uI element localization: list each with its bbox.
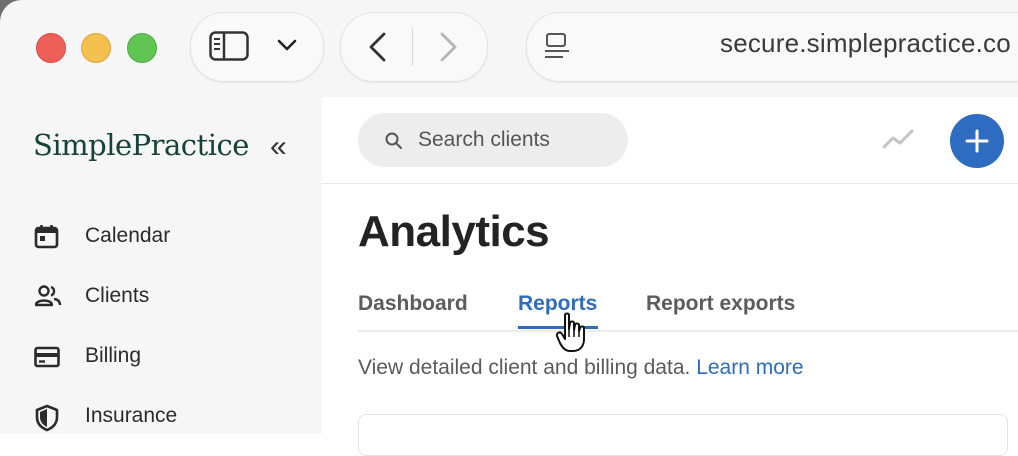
sidebar-item-billing[interactable]: Billing bbox=[34, 342, 294, 372]
minimize-window-button[interactable] bbox=[81, 33, 111, 63]
sidebar-item-clients[interactable]: Clients bbox=[34, 282, 294, 312]
search-icon bbox=[385, 132, 402, 149]
sidebar-item-calendar[interactable]: Calendar bbox=[34, 222, 294, 252]
collapse-sidebar-icon[interactable]: « bbox=[270, 132, 287, 162]
page-description: View detailed client and billing data. L… bbox=[358, 356, 804, 380]
tab-dashboard[interactable]: Dashboard bbox=[358, 292, 468, 316]
forward-arrow-icon[interactable] bbox=[438, 31, 460, 63]
sidebar-item-insurance[interactable]: Insurance bbox=[34, 402, 294, 432]
reports-card bbox=[358, 414, 1008, 456]
navigation-group bbox=[340, 12, 488, 82]
shield-icon bbox=[35, 404, 59, 432]
users-icon bbox=[34, 285, 62, 307]
url-text[interactable]: secure.simplepractice.co bbox=[720, 28, 1011, 59]
add-button[interactable] bbox=[950, 114, 1004, 168]
sidebar-item-label: Clients bbox=[85, 284, 150, 307]
trend-line-icon[interactable] bbox=[882, 128, 914, 150]
sidebar-item-label: Insurance bbox=[85, 404, 178, 427]
page-title: Analytics bbox=[358, 207, 550, 256]
zoom-window-button[interactable] bbox=[127, 33, 157, 63]
credit-card-icon bbox=[34, 346, 60, 368]
nav-divider bbox=[412, 28, 413, 66]
chevron-down-icon[interactable] bbox=[277, 38, 297, 52]
simplepractice-logo[interactable]: SimplePractice bbox=[33, 128, 249, 162]
plus-icon bbox=[965, 129, 989, 153]
search-clients-input[interactable]: Search clients bbox=[358, 113, 628, 167]
tabs-divider bbox=[358, 330, 1018, 332]
description-text: View detailed client and billing data. bbox=[358, 356, 691, 379]
back-arrow-icon[interactable] bbox=[366, 31, 388, 63]
search-placeholder: Search clients bbox=[418, 128, 550, 151]
sidebar-item-label: Calendar bbox=[85, 224, 171, 247]
sidebar-item-label: Billing bbox=[85, 344, 142, 367]
sidebar-toggle-icon[interactable] bbox=[209, 31, 249, 61]
reader-icon[interactable] bbox=[543, 32, 571, 62]
learn-more-link[interactable]: Learn more bbox=[696, 356, 803, 379]
calendar-icon bbox=[34, 225, 59, 249]
hand-pointer-icon bbox=[556, 312, 585, 352]
tab-report-exports[interactable]: Report exports bbox=[646, 292, 795, 316]
close-window-button[interactable] bbox=[36, 33, 66, 63]
